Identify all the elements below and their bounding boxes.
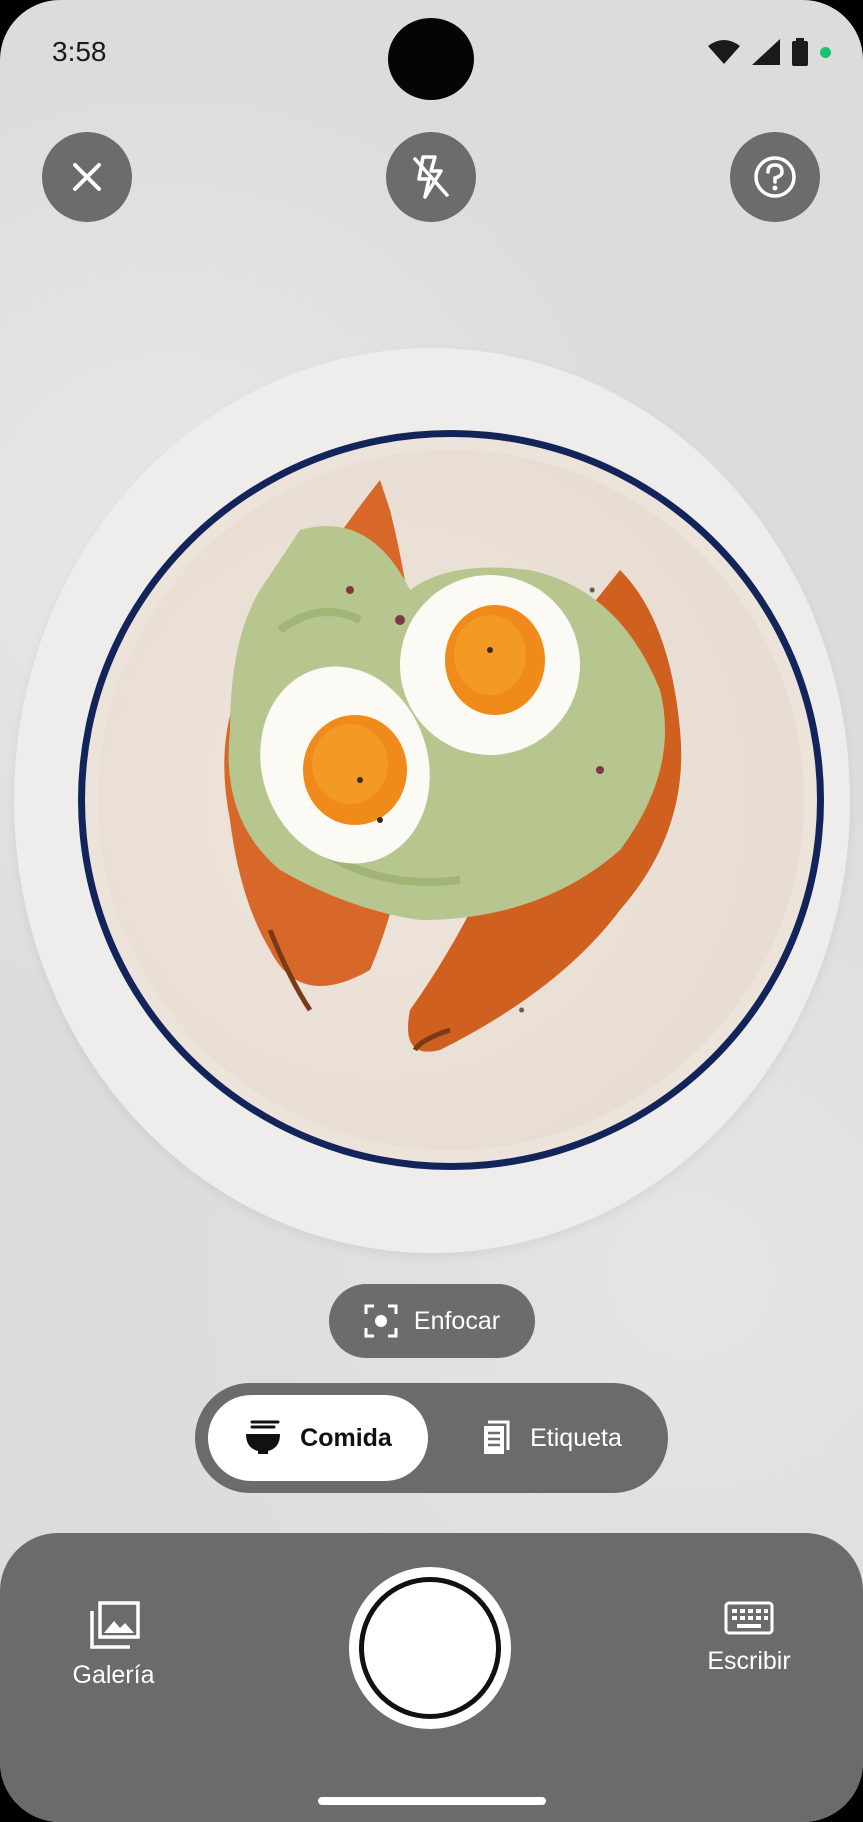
focus-icon — [364, 1304, 398, 1338]
shutter-ring — [359, 1577, 501, 1719]
shutter-button[interactable] — [349, 1567, 511, 1729]
mode-food-tab[interactable]: Comida — [208, 1395, 428, 1481]
wifi-icon — [708, 40, 740, 64]
keyboard-icon — [724, 1601, 774, 1635]
home-indicator[interactable] — [318, 1797, 546, 1805]
type-label: Escribir — [707, 1647, 791, 1675]
gallery-button[interactable]: Galería — [56, 1601, 171, 1690]
mode-food-label: Comida — [300, 1423, 392, 1452]
close-button[interactable] — [42, 132, 132, 222]
help-icon — [754, 156, 796, 198]
cell-signal-icon — [752, 39, 780, 65]
close-icon — [73, 163, 101, 191]
food-photo — [224, 480, 682, 1052]
mode-label-label: Etiqueta — [530, 1423, 622, 1452]
flash-toggle-button[interactable] — [386, 132, 476, 222]
status-time: 3:58 — [52, 36, 107, 67]
flash-off-icon — [413, 155, 449, 199]
battery-icon — [792, 38, 808, 66]
gallery-icon — [89, 1601, 140, 1649]
camera-screen: 3:58 Enfocar Comida Etiqueta Galería Esc… — [0, 0, 863, 1822]
focus-button[interactable]: Enfocar — [329, 1284, 535, 1358]
camera-bottom-panel: Galería Escribir — [0, 1533, 863, 1822]
help-button[interactable] — [730, 132, 820, 222]
nutrition-label-icon — [484, 1420, 510, 1454]
scan-mode-switch: Comida Etiqueta — [195, 1383, 668, 1493]
gallery-label: Galería — [72, 1661, 155, 1689]
focus-label: Enfocar — [413, 1306, 501, 1335]
type-manually-button[interactable]: Escribir — [684, 1601, 814, 1676]
mode-label-tab[interactable]: Etiqueta — [461, 1395, 641, 1481]
food-bowl-icon — [246, 1420, 281, 1454]
front-camera-cutout — [388, 18, 474, 100]
privacy-indicator-dot — [820, 46, 831, 58]
status-icons — [708, 38, 831, 66]
